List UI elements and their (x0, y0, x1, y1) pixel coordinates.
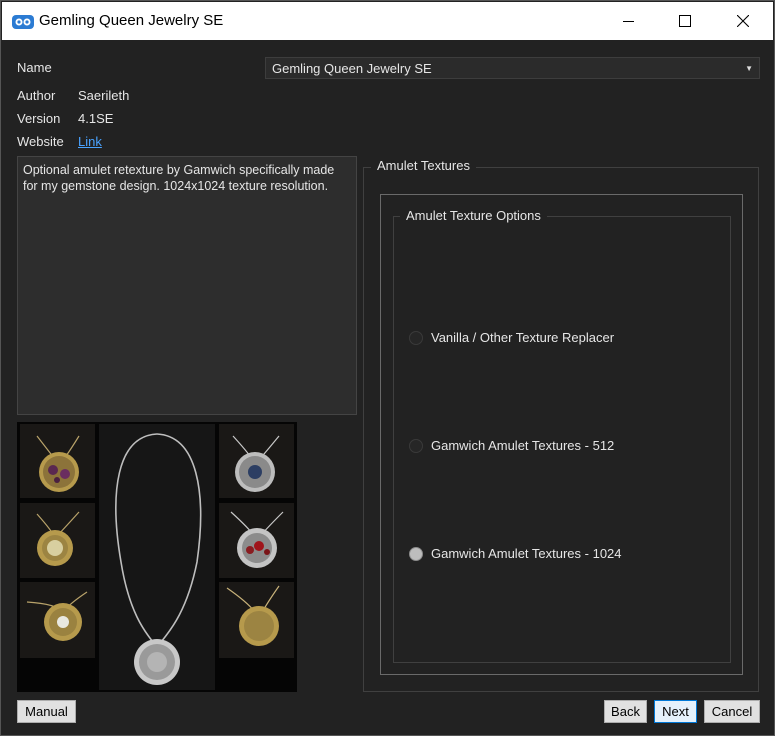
radio-button[interactable] (409, 438, 423, 453)
maximize-icon (679, 15, 691, 27)
option-gamwich-512[interactable]: Gamwich Amulet Textures - 512 (409, 438, 614, 453)
radio-button[interactable] (409, 330, 423, 345)
next-button[interactable]: Next (654, 700, 697, 723)
app-icon (12, 14, 34, 29)
option-vanilla[interactable]: Vanilla / Other Texture Replacer (409, 330, 614, 345)
maximize-button[interactable] (657, 2, 713, 40)
version-label: Version (17, 111, 61, 126)
name-label: Name (17, 60, 52, 75)
minimize-icon (623, 21, 634, 22)
window-title: Gemling Queen Jewelry SE (39, 12, 224, 29)
installer-window: Gemling Queen Jewelry SE Name Gemling Qu… (0, 0, 775, 736)
back-button[interactable]: Back (604, 700, 647, 723)
option-label: Vanilla / Other Texture Replacer (431, 330, 615, 345)
author-label: Author (17, 88, 56, 103)
title-bar: Gemling Queen Jewelry SE (2, 2, 773, 40)
manual-button[interactable]: Manual (17, 700, 76, 723)
chevron-down-icon: ▼ (745, 63, 753, 73)
cancel-button[interactable]: Cancel (704, 700, 760, 723)
amulet-textures-title: Amulet Textures (371, 158, 476, 173)
name-select[interactable]: Gemling Queen Jewelry SE ▼ (265, 57, 760, 79)
author-value: Saerileth (78, 88, 130, 103)
close-icon (737, 15, 749, 27)
minimize-button[interactable] (601, 2, 657, 40)
option-label: Gamwich Amulet Textures - 1024 (431, 546, 622, 561)
name-select-value: Gemling Queen Jewelry SE (272, 60, 432, 76)
amulet-texture-options-title: Amulet Texture Options (400, 208, 547, 223)
close-button[interactable] (715, 2, 771, 40)
radio-button[interactable] (409, 546, 423, 561)
website-link[interactable]: Link (78, 134, 102, 149)
option-gamwich-1024[interactable]: Gamwich Amulet Textures - 1024 (409, 546, 622, 561)
website-label: Website (17, 134, 64, 149)
description-box[interactable]: Optional amulet retexture by Gamwich spe… (17, 156, 357, 415)
version-value: 4.1SE (78, 111, 114, 126)
option-label: Gamwich Amulet Textures - 512 (431, 438, 615, 453)
preview-image (17, 422, 297, 692)
